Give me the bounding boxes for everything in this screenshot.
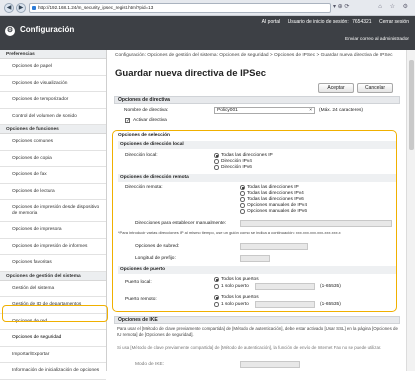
local-port-single-radio[interactable] (214, 284, 219, 289)
policy-name-input[interactable]: Policy001 × (214, 107, 315, 114)
sidebar-item-security[interactable]: Opciones de seguridad (0, 330, 106, 347)
manual-address-note: *Para introducir varias direcciones IP a… (118, 230, 341, 235)
subnet-input[interactable] (240, 243, 308, 250)
local-address-label: Dirección local: (125, 153, 158, 158)
header-status: AI portal Usuario de inicio de sesión: 7… (256, 19, 409, 25)
enable-policy-checkbox[interactable]: ✓ (125, 118, 130, 124)
remote-port-single-label: 1 solo puerto (221, 302, 249, 307)
sidebar-item-paper[interactable]: Opciones de papel (0, 59, 106, 76)
policy-section-header: Opciones de directiva (114, 96, 400, 104)
sidebar-item-import-export[interactable]: Importar/Exportar (0, 346, 106, 363)
remote-port-input[interactable] (255, 301, 315, 308)
remote-port-all-label: Todos los puertos (221, 295, 259, 300)
local-port-single-label: 1 solo puerto (221, 284, 249, 289)
remote-all-ip-radio[interactable] (240, 185, 245, 190)
sidebar-item-init[interactable]: Información de inicialización de opcione… (0, 363, 106, 380)
prefix-input[interactable] (240, 255, 270, 262)
sidebar: Preferencias Opciones de papel Opciones … (0, 50, 107, 380)
enable-policy-label: Activar directiva (133, 118, 167, 123)
remote-port-all-radio[interactable] (214, 295, 219, 300)
scrollbar-thumb[interactable] (409, 60, 414, 150)
ike-mode-select[interactable] (240, 361, 300, 368)
sidebar-item-report-print[interactable]: Opciones de impresión de informes (0, 238, 106, 255)
remote-port-single-radio[interactable] (214, 302, 219, 307)
url-text: http://192.168.1.24/m_security_ipsec_reg… (38, 5, 154, 10)
local-ipv6-label: Dirección IPv6 (221, 165, 252, 170)
user-label: Usuario de inicio de sesión: (287, 19, 349, 25)
remote-address-label: Dirección remota: (125, 185, 163, 190)
cancel-button[interactable]: Cancelar (357, 83, 393, 93)
subnet-label: Opciones de subred: (135, 244, 180, 249)
remote-port-label: Puerto remoto: (125, 297, 157, 302)
local-port-all-label: Todos los puertos (221, 277, 259, 282)
policy-name-value: Policy001 (217, 108, 238, 113)
remote-all-ip-label: Todas las direcciones IP (247, 185, 299, 190)
local-ipv4-label: Dirección IPv4 (221, 159, 252, 164)
page-title: Guardar nueva directiva de IPSec (115, 68, 267, 79)
remote-all-ipv4-radio[interactable] (240, 191, 245, 196)
address-bar[interactable]: http://192.168.1.24/m_security_ipsec_reg… (29, 3, 331, 13)
breadcrumb: Configuración: Opciones de gestión del s… (115, 53, 393, 58)
remote-manual-ipv6-radio[interactable] (240, 209, 245, 214)
active-item-highlight (2, 305, 108, 322)
local-all-ip-radio[interactable] (214, 153, 219, 158)
mail-admin-link[interactable]: Enviar correo al administrador (345, 37, 409, 42)
local-ipv6-radio[interactable] (214, 165, 219, 170)
local-port-range: (1-65535) (320, 284, 341, 289)
port-header: Opciones de puerto (118, 266, 396, 274)
ike-section-header: Opciones de IKE (114, 316, 400, 324)
forward-button[interactable]: ▶ (16, 3, 26, 13)
sidebar-item-volume[interactable]: Control del volumen de sonido (0, 108, 106, 125)
local-all-ip-label: Todas las direcciones IP (221, 153, 273, 158)
sidebar-section-management: Opciones de gestión del sistema (0, 271, 106, 281)
sidebar-item-display[interactable]: Opciones de visualización (0, 75, 106, 92)
remote-address-header: Opciones de dirección remota (118, 174, 396, 182)
prefix-label: Longitud de prefijo: (135, 256, 176, 261)
back-button[interactable]: ◀ (4, 3, 14, 13)
sidebar-item-fax[interactable]: Opciones de fax (0, 167, 106, 184)
home-star-gear-icons[interactable]: ⌂ ☆ ⚙ (378, 3, 411, 10)
manual-address-input[interactable] (240, 220, 392, 227)
manual-address-label: Direcciones para establecer manualmente: (135, 221, 227, 226)
ike-note-1: Para usar el [Método de clave previament… (117, 326, 398, 337)
local-port-all-radio[interactable] (214, 277, 219, 282)
remote-all-ipv6-label: Todas las direcciones IPv6 (247, 197, 304, 202)
sidebar-item-system[interactable]: Gestión del sistema (0, 280, 106, 297)
sidebar-item-timer[interactable]: Opciones de temporizador (0, 92, 106, 109)
logout-link[interactable]: Cerrar sesión (379, 19, 409, 25)
settings-logo-icon: ⚙ (5, 26, 15, 36)
local-ipv4-radio[interactable] (214, 159, 219, 164)
local-port-input[interactable] (255, 283, 315, 290)
local-port-label: Puerto local: (125, 280, 152, 285)
sidebar-section-functions: Opciones de funciones (0, 125, 106, 134)
selector-section-header: Opciones de selección (118, 133, 170, 138)
accept-button[interactable]: Aceptar (318, 83, 354, 93)
policy-name-label: Nombre de directiva: (124, 108, 169, 113)
ike-note-2: Si usa [Método de clave previamente comp… (117, 345, 382, 350)
remote-all-ipv6-radio[interactable] (240, 197, 245, 202)
address-tools-icon[interactable]: ▾ ⊕ ⟳ (333, 3, 349, 10)
ike-mode-label: Modo de IKE: (135, 362, 165, 367)
sidebar-item-memory-print[interactable]: Opciones de impresión desde dispositivo … (0, 200, 106, 222)
remote-all-ipv4-label: Todas las direcciones IPv4 (247, 191, 304, 196)
sidebar-section-preferences: Preferencias (0, 50, 106, 59)
app-title: Configuración (20, 25, 75, 34)
policy-name-hint: (Máx. 24 caracteres) (319, 108, 363, 113)
page-icon (32, 6, 36, 10)
remote-port-range: (1-65535) (320, 302, 341, 307)
user-name: 7654321 (352, 19, 372, 25)
sidebar-item-favorites[interactable]: Opciones favoritas (0, 255, 106, 272)
remote-manual-ipv4-label: Opciones manuales de IPv4 (247, 203, 307, 208)
remote-manual-ipv4-radio[interactable] (240, 203, 245, 208)
scrollbar[interactable] (406, 50, 415, 371)
device-name: AI portal (261, 19, 281, 25)
browser-toolbar: ◀ ▶ http://192.168.1.24/m_security_ipsec… (0, 0, 415, 16)
sidebar-item-scan[interactable]: Opciones de lectura (0, 183, 106, 200)
sidebar-item-copy[interactable]: Opciones de copia (0, 150, 106, 167)
clear-icon[interactable]: × (309, 108, 312, 113)
sidebar-item-common[interactable]: Opciones comunes (0, 134, 106, 151)
local-address-header: Opciones de dirección local (118, 141, 396, 149)
remote-manual-ipv6-label: Opciones manuales de IPv6 (247, 209, 307, 214)
sidebar-item-printer[interactable]: Opciones de impresora (0, 222, 106, 239)
